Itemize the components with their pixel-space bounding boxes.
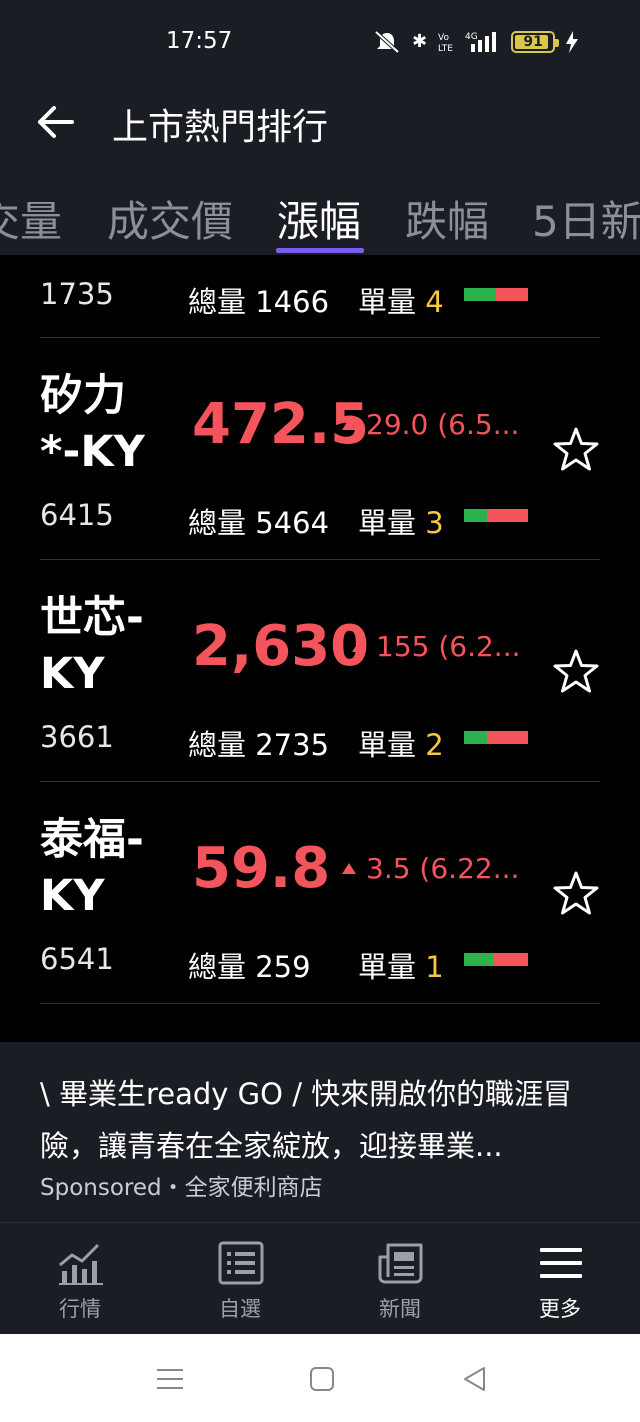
nav-news[interactable]: 新聞 [340, 1223, 460, 1335]
battery-level: 91 [523, 34, 543, 50]
svg-text:Vo: Vo [438, 33, 449, 43]
sell-bar [496, 288, 528, 301]
star-icon[interactable] [552, 870, 600, 918]
star-icon[interactable] [552, 648, 600, 696]
stock-code: 6541 [40, 942, 114, 976]
nav-label: 新聞 [379, 1297, 421, 1321]
total-volume: 總量 1466 [188, 285, 330, 319]
up-arrow-icon [342, 419, 356, 430]
sponsored-ad[interactable]: \ 畢業生ready GO / 快來開啟你的職涯冒險，讓青春在全家綻放，迎接畢業… [0, 1042, 640, 1222]
up-arrow-icon [352, 641, 366, 652]
price-change: 155 (6.2... [352, 630, 521, 663]
price-change: 29.0 (6.5... [342, 408, 519, 441]
nav-label: 自選 [219, 1297, 261, 1321]
nav-watchlist[interactable]: 自選 [180, 1223, 300, 1335]
status-bar: 17:57 ✱ Vo LTE 4G 91 [0, 0, 640, 88]
stock-price: 2,630 [192, 614, 370, 679]
header-area: 17:57 ✱ Vo LTE 4G 91 上市熱門排行 量 成交價 漲幅 跌幅 … [0, 0, 640, 255]
buy-sell-ratio-bar [464, 509, 528, 522]
tab-loss[interactable]: 跌幅 [405, 188, 489, 249]
unit-volume: 單量 4 [358, 285, 444, 319]
bottom-nav: 行情 自選 新聞 更多 [0, 1222, 640, 1334]
4g-signal-icon: 4G [465, 32, 497, 52]
stock-code: 6415 [40, 498, 114, 532]
buy-sell-ratio-bar [464, 288, 528, 301]
battery-indicator: 91 [511, 31, 560, 53]
stock-name: 泰福- KY [40, 815, 144, 921]
status-icons: ✱ Vo LTE 4G 91 [372, 28, 579, 56]
menu-icon [540, 1248, 582, 1278]
total-volume: 總量 2735 [188, 728, 330, 762]
row-divider [40, 1003, 600, 1004]
nav-more[interactable]: 更多 [500, 1223, 620, 1335]
svg-text:4G: 4G [465, 32, 478, 42]
unit-volume: 單量 1 [358, 950, 444, 984]
stock-name: 世芯- KY [40, 593, 144, 699]
total-volume: 總量 5464 [188, 506, 330, 540]
sell-bar [487, 731, 528, 744]
active-tab-indicator [276, 248, 364, 253]
list-item[interactable]: 泰福- KY 59.8 3.5 (6.22... 6541 總量 259 單量 … [0, 782, 640, 1004]
ad-sponsor: Sponsored・全家便利商店 [40, 1175, 323, 1201]
buy-bar [464, 288, 496, 301]
stock-code: 1735 [40, 277, 114, 311]
price-change: 3.5 (6.22... [342, 852, 519, 885]
unit-volume: 單量 2 [358, 728, 444, 762]
buy-bar [464, 509, 488, 522]
unit-volume: 單量 3 [358, 506, 444, 540]
chart-icon [59, 1243, 103, 1285]
sell-bar [487, 509, 528, 522]
nav-label: 行情 [59, 1297, 101, 1321]
mute-icon [374, 30, 400, 54]
tab-gain[interactable]: 漲幅 [277, 188, 361, 249]
buy-sell-ratio-bar [464, 731, 528, 744]
list-icon [218, 1241, 264, 1285]
tab-volume[interactable]: 交量 [0, 188, 62, 249]
tab-5day-new[interactable]: 5日新 [532, 188, 640, 249]
star-icon[interactable] [552, 426, 600, 474]
stock-price: 59.8 [192, 836, 331, 901]
buy-bar [464, 953, 493, 966]
stock-code: 3661 [40, 720, 114, 754]
nav-label: 更多 [539, 1297, 581, 1321]
stock-list[interactable]: 1735 總量 1466 單量 4 矽力 *-KY 472.5 29.0 (6.… [0, 255, 640, 1042]
title-row: 上市熱門排行 [0, 88, 640, 158]
charging-icon [566, 31, 579, 53]
buy-sell-ratio-bar [464, 953, 528, 966]
back-arrow-icon[interactable] [34, 100, 78, 144]
buy-bar [464, 731, 488, 744]
tab-bar: 交量 成交價 漲幅 跌幅 5日新 [0, 180, 640, 255]
back-icon[interactable] [460, 1364, 490, 1394]
status-time: 17:57 [166, 28, 233, 54]
ad-text[interactable]: \ 畢業生ready GO / 快來開啟你的職涯冒險，讓青春在全家綻放，迎接畢業… [40, 1068, 610, 1172]
up-arrow-icon [342, 863, 356, 874]
stock-name: 矽力 *-KY [40, 371, 145, 477]
list-item[interactable]: 世芯- KY 2,630 155 (6.2... 3661 總量 2735 單量… [0, 560, 640, 782]
nav-market[interactable]: 行情 [20, 1223, 140, 1335]
home-icon[interactable] [307, 1364, 337, 1394]
bluetooth-icon: ✱ [412, 31, 428, 52]
list-item[interactable]: 矽力 *-KY 472.5 29.0 (6.5... 6415 總量 5464 … [0, 338, 640, 560]
tab-price[interactable]: 成交價 [107, 188, 233, 249]
sell-bar [492, 953, 528, 966]
recent-apps-icon[interactable] [155, 1364, 185, 1394]
page-title: 上市熱門排行 [112, 107, 329, 148]
svg-text:LTE: LTE [438, 44, 453, 54]
volte-icon: Vo LTE [438, 33, 453, 54]
list-item[interactable]: 1735 總量 1466 單量 4 [0, 255, 640, 339]
total-volume: 總量 259 [188, 950, 311, 984]
news-icon [378, 1243, 423, 1284]
system-nav-bar [0, 1334, 640, 1422]
